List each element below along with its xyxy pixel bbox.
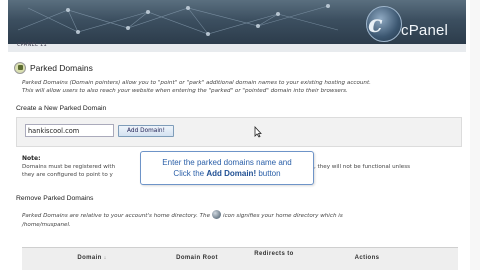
- page-title-row: Parked Domains: [14, 61, 93, 75]
- home-directory-icon: [212, 210, 222, 219]
- remove-section-heading: Remove Parked Domains: [16, 195, 94, 202]
- mouse-cursor-icon: [254, 126, 262, 138]
- page-right-margin: [470, 0, 480, 270]
- column-domain-label: Domain: [77, 255, 102, 261]
- column-domain-root: Domain Root: [176, 255, 218, 261]
- column-redirects-to: Redirects to: [254, 251, 294, 257]
- sort-arrow-icon[interactable]: ↓: [104, 255, 107, 261]
- new-domain-input[interactable]: [25, 124, 114, 137]
- remove-intro: Parked Domains are relative to your acco…: [22, 210, 462, 230]
- note-line-1-start: Domains must be registered with: [22, 164, 116, 170]
- parked-domains-icon: [14, 62, 26, 74]
- breadcrumb[interactable]: CPANEL 11: [17, 42, 47, 48]
- remove-line-1b: icon signifies your home directory which…: [223, 213, 343, 219]
- remove-line-2: /home/muspanel.: [22, 222, 71, 228]
- add-domain-button[interactable]: Add Domain!: [118, 125, 174, 137]
- column-actions: Actions: [354, 255, 380, 261]
- page-left-margin: [0, 0, 8, 270]
- note-label: Note:: [22, 155, 41, 162]
- callout-line-2-suffix: button: [256, 169, 281, 178]
- column-domain[interactable]: Domain ↓: [62, 255, 122, 261]
- note-line-1-end: dition, they will not be functional unle…: [298, 164, 411, 170]
- callout-line-2-bold: Add Domain!: [206, 169, 257, 178]
- callout-line-1: Enter the parked domains name and: [162, 158, 292, 167]
- intro-line-2: This will allow users to also reach your…: [22, 88, 348, 94]
- callout-line-2-prefix: Click the: [173, 169, 207, 178]
- page-title: Parked Domains: [30, 63, 93, 73]
- instruction-callout: Enter the parked domains name and Click …: [140, 151, 314, 185]
- breadcrumb-bar: [8, 44, 466, 52]
- remove-line-1a: Parked Domains are relative to your acco…: [22, 213, 211, 219]
- page-intro: Parked Domains (Domain pointers) allow y…: [22, 79, 462, 95]
- create-section-heading: Create a New Parked Domain: [16, 105, 107, 112]
- cpanel-logo-letter: c: [368, 9, 383, 38]
- intro-line-1: Parked Domains (Domain pointers) allow y…: [22, 80, 371, 86]
- parked-domains-table-header: Domain ↓ Domain Root Redirects to Actions: [22, 247, 458, 270]
- cpanel-header: [8, 0, 466, 44]
- cpanel-logo-text: cPanel: [401, 22, 449, 39]
